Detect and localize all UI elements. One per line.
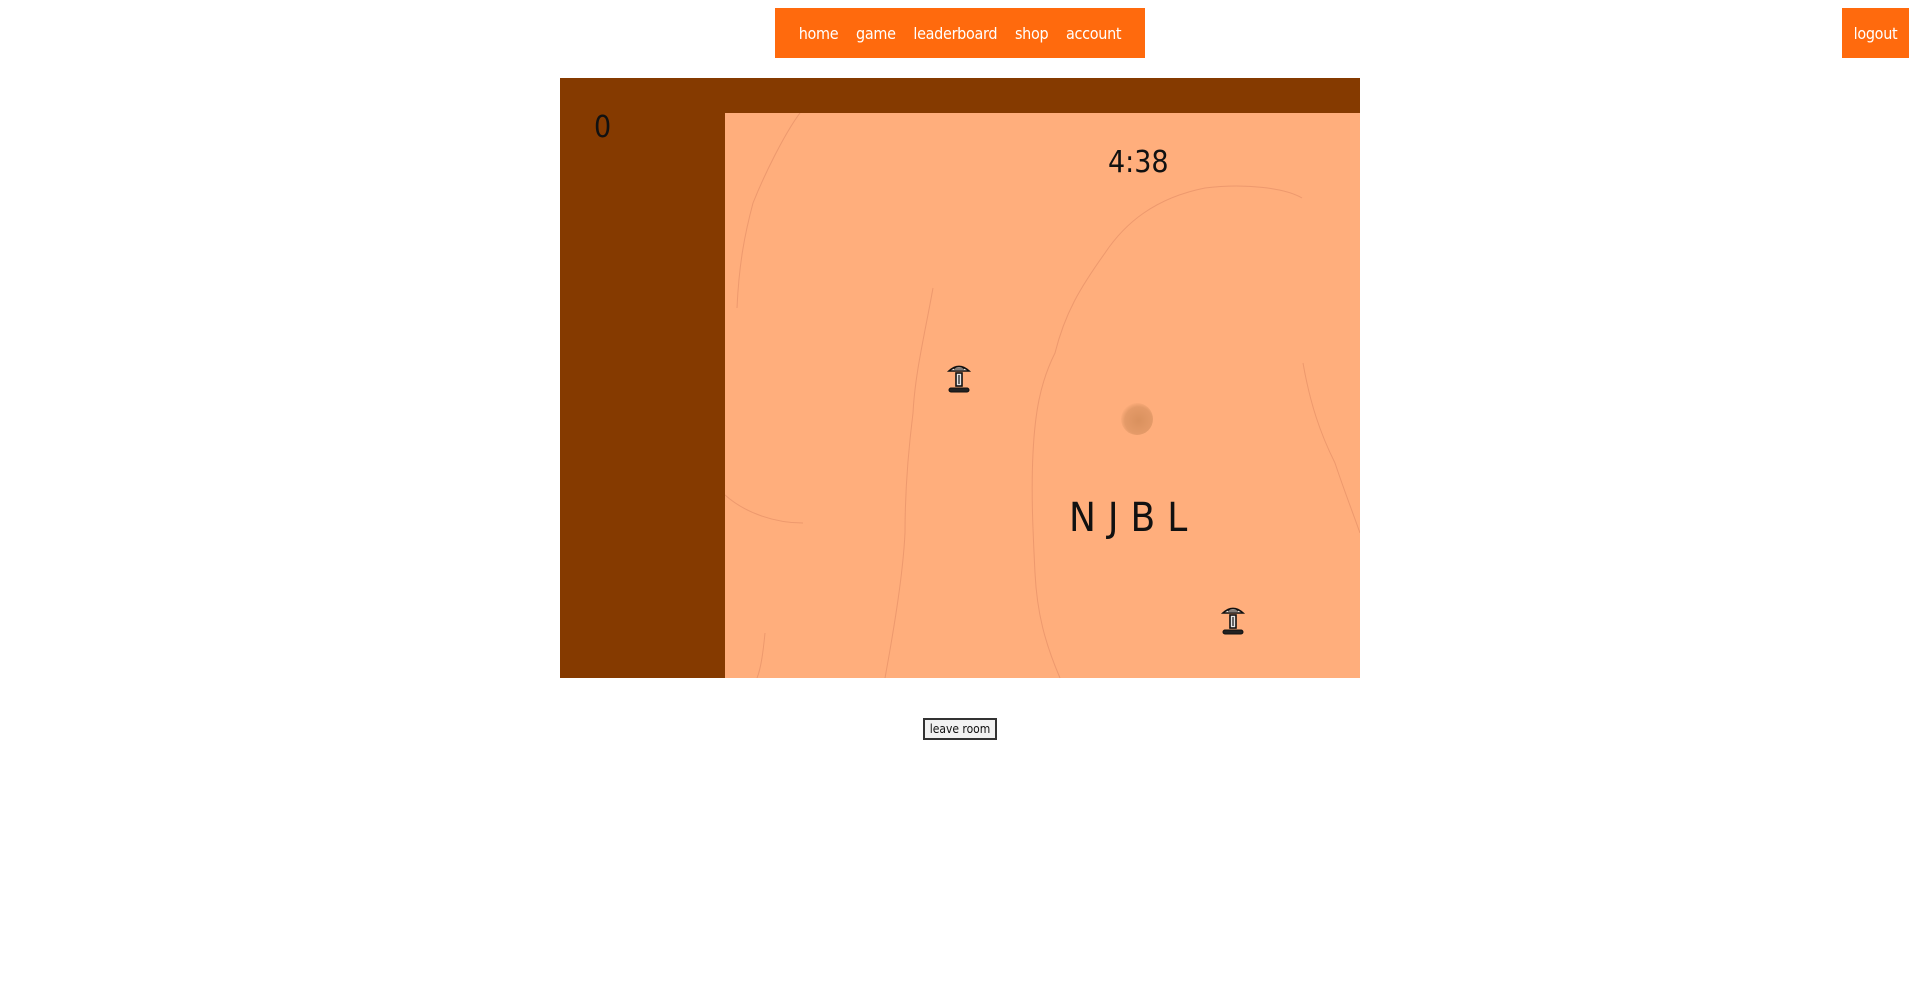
game-canvas[interactable]: 0 4:38 NJBL	[560, 78, 1360, 678]
game-arena[interactable]: 4:38 NJBL	[725, 113, 1360, 678]
top-nav: home game leaderboard shop account	[775, 8, 1145, 58]
score-display: 0	[594, 110, 612, 145]
leave-room-button[interactable]: leave room	[923, 718, 997, 740]
nav-home[interactable]: home	[799, 24, 839, 43]
nav-shop[interactable]: shop	[1015, 24, 1049, 43]
nav-account[interactable]: account	[1066, 24, 1122, 43]
nav-game[interactable]: game	[856, 24, 896, 43]
desk-lamp-player-icon	[1220, 604, 1246, 638]
nav-leaderboard[interactable]: leaderboard	[913, 24, 997, 43]
arena-cracks	[725, 113, 1360, 678]
player-shadow	[1121, 403, 1153, 435]
target-word: NJBL	[1069, 495, 1200, 541]
game-timer: 4:38	[1108, 145, 1169, 180]
logout-button[interactable]: logout	[1842, 8, 1909, 58]
desk-lamp-player-icon	[946, 362, 972, 396]
